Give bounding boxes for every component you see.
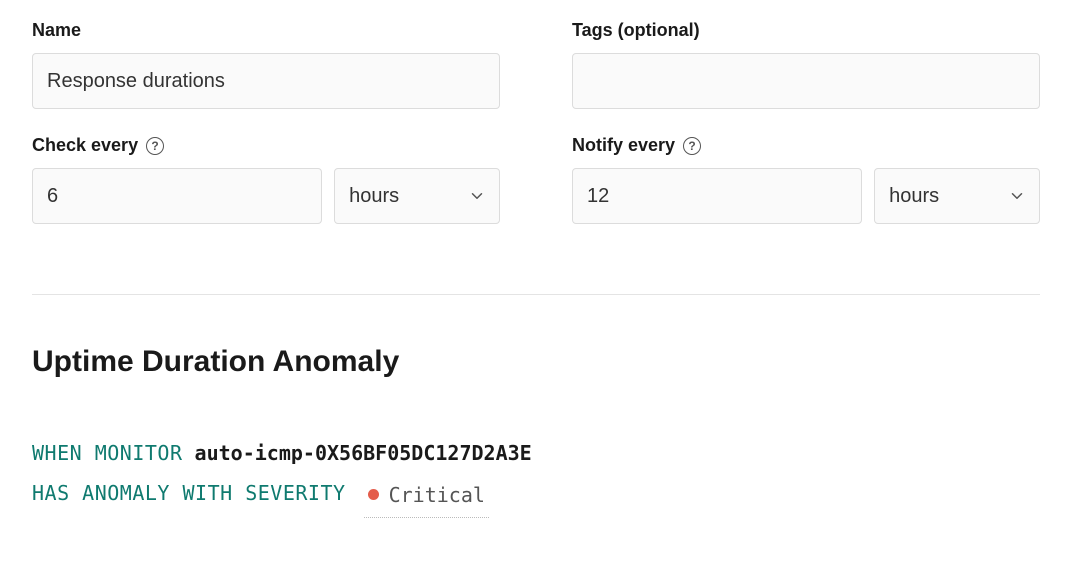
notify-every-unit-select[interactable]: hours xyxy=(874,168,1040,224)
tags-label: Tags (optional) xyxy=(572,20,1040,41)
notify-every-value-input[interactable] xyxy=(572,168,862,224)
section-divider xyxy=(32,294,1040,295)
check-every-value-input[interactable] xyxy=(32,168,322,224)
notify-every-unit-value: hours xyxy=(889,185,939,208)
severity-dot-icon xyxy=(368,489,379,500)
check-every-label: Check every ? xyxy=(32,135,500,156)
query-builder: WHEN MONITOR auto-icmp-0X56BF05DC127D2A3… xyxy=(32,433,1040,518)
notify-every-label: Notify every ? xyxy=(572,135,1040,156)
help-icon[interactable]: ? xyxy=(146,137,164,155)
section-heading: Uptime Duration Anomaly xyxy=(32,345,1040,379)
when-monitor-keyword: WHEN MONITOR xyxy=(32,441,183,465)
severity-value: Critical xyxy=(389,475,485,515)
name-input[interactable] xyxy=(32,53,500,109)
has-anomaly-keyword: HAS ANOMALY WITH SEVERITY xyxy=(32,481,346,505)
notify-every-label-text: Notify every xyxy=(572,135,675,156)
monitor-id-value: auto-icmp-0X56BF05DC127D2A3E xyxy=(195,441,532,465)
check-every-label-text: Check every xyxy=(32,135,138,156)
query-line-monitor: WHEN MONITOR auto-icmp-0X56BF05DC127D2A3… xyxy=(32,433,1040,473)
name-label: Name xyxy=(32,20,500,41)
severity-select[interactable]: Critical xyxy=(364,475,489,518)
check-every-unit-select[interactable]: hours xyxy=(334,168,500,224)
notify-every-field: Notify every ? hours xyxy=(572,135,1040,224)
query-line-severity: HAS ANOMALY WITH SEVERITY Critical xyxy=(32,473,1040,518)
check-every-field: Check every ? hours xyxy=(32,135,500,224)
tags-input[interactable] xyxy=(572,53,1040,109)
name-field: Name xyxy=(32,20,500,109)
help-icon[interactable]: ? xyxy=(683,137,701,155)
tags-field: Tags (optional) xyxy=(572,20,1040,109)
check-every-unit-value: hours xyxy=(349,185,399,208)
